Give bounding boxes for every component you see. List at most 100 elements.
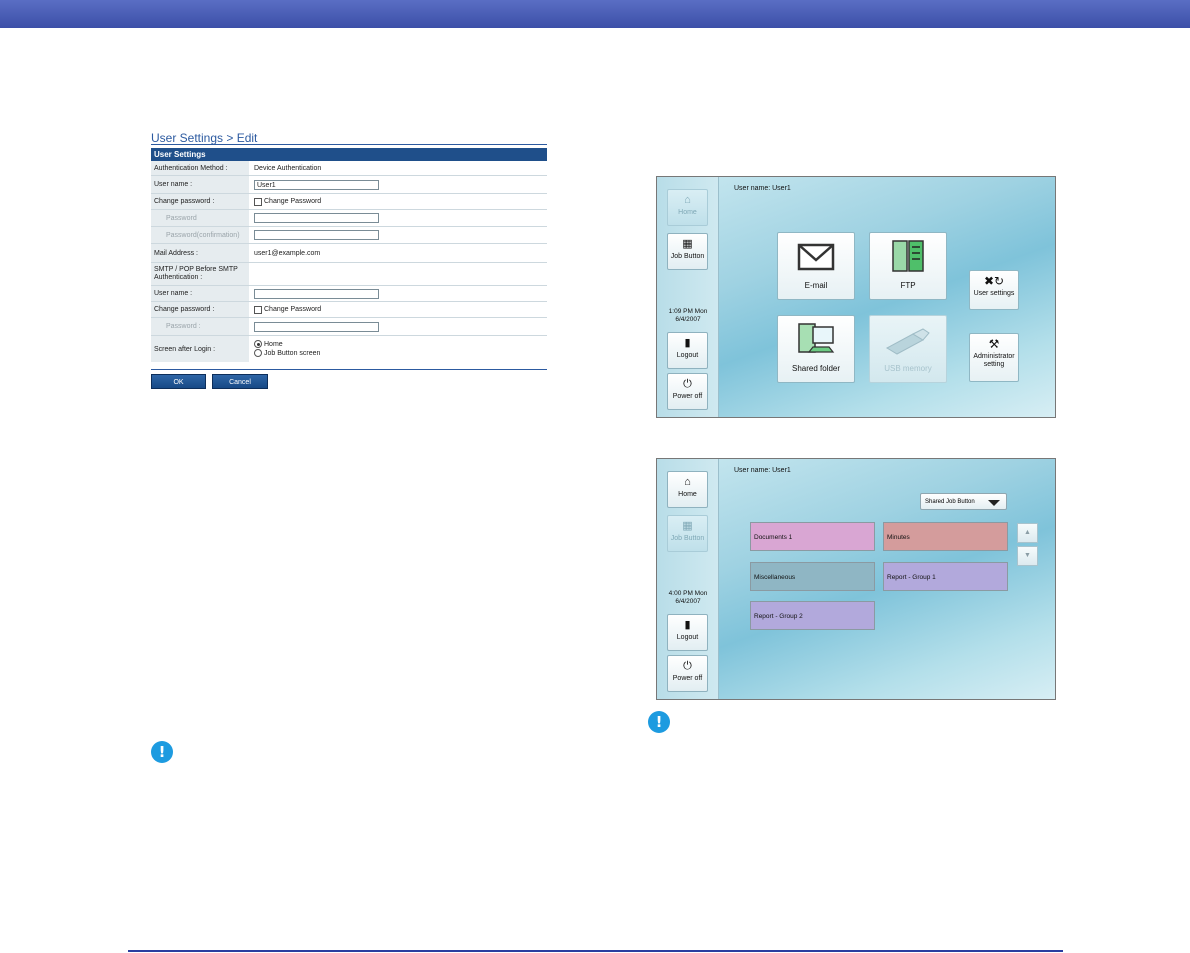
- sidebar: ⌂ Home ▦ Job Button 1:09 PM Mon 6/4/2007…: [657, 177, 719, 417]
- mail-address-value: user1@example.com: [254, 249, 321, 257]
- ftp-label: FTP: [900, 281, 916, 290]
- user-settings-icon: ✖↻: [983, 274, 1005, 288]
- clock: 4:00 PM Mon 6/4/2007: [662, 590, 714, 606]
- user-name-label: User name :: [151, 176, 249, 193]
- mail-address-label: Mail Address :: [151, 244, 249, 262]
- job-button-label: Job Button: [670, 535, 705, 542]
- job-button-documents-1[interactable]: Documents 1: [750, 522, 875, 551]
- job-button-report-group-2[interactable]: Report - Group 2: [750, 601, 875, 630]
- shared-folder-tile[interactable]: Shared folder: [777, 315, 855, 383]
- logout-button[interactable]: ▮ Logout: [667, 332, 708, 369]
- smtp-change-password-label: Change password :: [151, 302, 249, 317]
- email-label: E-mail: [804, 281, 828, 290]
- user-settings-form: User Settings Authentication Method : De…: [151, 148, 547, 362]
- usb-memory-label: USB memory: [884, 364, 932, 373]
- job-button-miscellaneous[interactable]: Miscellaneous: [750, 562, 875, 591]
- dropdown-value: Shared Job Button: [925, 499, 975, 505]
- user-settings-label: User settings: [973, 290, 1015, 297]
- dropdown-arrow-icon: [988, 500, 1000, 506]
- job-button-icon: ▦: [682, 520, 693, 532]
- logout-label: Logout: [676, 352, 699, 359]
- user-name-display: User name: User1: [734, 467, 791, 474]
- password-input[interactable]: [254, 213, 379, 223]
- scroll-up-button[interactable]: ▲: [1017, 523, 1038, 543]
- logout-button[interactable]: ▮ Logout: [667, 614, 708, 651]
- job-button-nav[interactable]: ▦ Job Button: [667, 233, 708, 270]
- ftp-tile[interactable]: FTP: [869, 232, 947, 300]
- scroll-up-icon: ▲: [1024, 529, 1031, 536]
- password-confirm-input[interactable]: [254, 230, 379, 240]
- title-divider: [151, 144, 547, 145]
- job-button-touchscreen: ⌂ Home ▦ Job Button 4:00 PM Mon 6/4/2007…: [656, 458, 1056, 700]
- sidebar: ⌂ Home ▦ Job Button 4:00 PM Mon 6/4/2007…: [657, 459, 719, 699]
- change-password-label: Change password :: [151, 194, 249, 209]
- scroll-down-button[interactable]: ▼: [1017, 546, 1038, 566]
- home-touchscreen: ⌂ Home ▦ Job Button 1:09 PM Mon 6/4/2007…: [656, 176, 1056, 418]
- power-icon: ⏻: [683, 660, 692, 672]
- ok-button[interactable]: OK: [151, 374, 206, 389]
- user-name-input[interactable]: User1: [254, 179, 379, 190]
- power-off-label: Power off: [672, 393, 703, 400]
- row-smtp-heading: SMTP / POP Before SMTP Authentication :: [151, 263, 547, 286]
- screen-option-home[interactable]: Home: [254, 340, 283, 349]
- home-radio[interactable]: [254, 340, 262, 349]
- administrator-tools-icon: ⚒: [988, 337, 1000, 351]
- smtp-user-name-input[interactable]: [254, 288, 379, 299]
- administrator-setting-tile[interactable]: ⚒ Administrator setting: [969, 333, 1019, 382]
- home-button-label: Home: [678, 209, 697, 216]
- change-password-checkbox-label: Change Password: [264, 198, 322, 205]
- smtp-change-password-checkbox-label: Change Password: [264, 306, 322, 313]
- home-radio-label: Home: [264, 341, 283, 348]
- row-auth-method: Authentication Method : Device Authentic…: [151, 161, 547, 176]
- clock-date: 6/4/2007: [675, 316, 701, 323]
- mail-icon: [797, 243, 835, 271]
- row-smtp-change-password: Change password : Change Password: [151, 302, 547, 318]
- row-password-confirm: Password(confirmation): [151, 227, 547, 244]
- smtp-heading-label: SMTP / POP Before SMTP Authentication :: [151, 263, 249, 285]
- home-button-label: Home: [678, 491, 697, 498]
- home-icon: ⌂: [684, 194, 691, 206]
- smtp-change-password-checkbox[interactable]: [254, 305, 262, 314]
- home-button[interactable]: ⌂ Home: [667, 189, 708, 226]
- scroll-down-icon: ▼: [1024, 552, 1031, 559]
- clock-time: 4:00 PM Mon: [668, 590, 708, 597]
- change-password-checkbox[interactable]: [254, 197, 262, 206]
- row-smtp-password: Password :: [151, 318, 547, 336]
- clock-date: 6/4/2007: [675, 598, 701, 605]
- cancel-button[interactable]: Cancel: [212, 374, 268, 389]
- password-label: Password: [151, 210, 249, 226]
- clock-time: 1:09 PM Mon: [668, 308, 708, 315]
- auth-method-label: Authentication Method :: [151, 161, 249, 175]
- clock: 1:09 PM Mon 6/4/2007: [662, 308, 714, 324]
- home-button[interactable]: ⌂ Home: [667, 471, 708, 508]
- screen-option-job-button[interactable]: Job Button screen: [254, 349, 320, 358]
- power-off-button[interactable]: ⏻ Power off: [667, 655, 708, 692]
- usb-memory-tile[interactable]: USB memory: [869, 315, 947, 383]
- email-tile[interactable]: E-mail: [777, 232, 855, 300]
- form-title: User Settings > Edit: [151, 131, 258, 145]
- shared-folder-icon: [798, 323, 835, 353]
- row-password: Password: [151, 210, 547, 227]
- top-banner: [0, 0, 1190, 28]
- row-screen-after-login: Screen after Login : Home Job Button scr…: [151, 336, 547, 362]
- smtp-password-label: Password :: [151, 318, 249, 335]
- smtp-password-input[interactable]: [254, 321, 379, 332]
- job-button-report-group-1[interactable]: Report - Group 1: [883, 562, 1008, 591]
- user-settings-tile[interactable]: ✖↻ User settings: [969, 270, 1019, 310]
- row-user-name: User name : User1: [151, 176, 547, 194]
- smtp-user-name-label: User name :: [151, 286, 249, 301]
- job-button-radio[interactable]: [254, 349, 262, 358]
- form-bottom-divider: [151, 369, 547, 370]
- job-button-icon: ▦: [682, 238, 693, 250]
- section-header: User Settings: [151, 148, 547, 161]
- screen-after-login-label: Screen after Login :: [151, 336, 249, 362]
- shared-folder-label: Shared folder: [791, 364, 841, 373]
- power-off-button[interactable]: ⏻ Power off: [667, 373, 708, 410]
- power-icon: ⏻: [683, 378, 692, 390]
- home-icon: ⌂: [684, 476, 691, 488]
- administrator-setting-label: Administrator setting: [973, 353, 1015, 368]
- job-button-nav[interactable]: ▦ Job Button: [667, 515, 708, 552]
- job-button-minutes[interactable]: Minutes: [883, 522, 1008, 551]
- job-button-group-dropdown[interactable]: Shared Job Button: [920, 493, 1007, 510]
- ftp-server-icon: [892, 240, 924, 272]
